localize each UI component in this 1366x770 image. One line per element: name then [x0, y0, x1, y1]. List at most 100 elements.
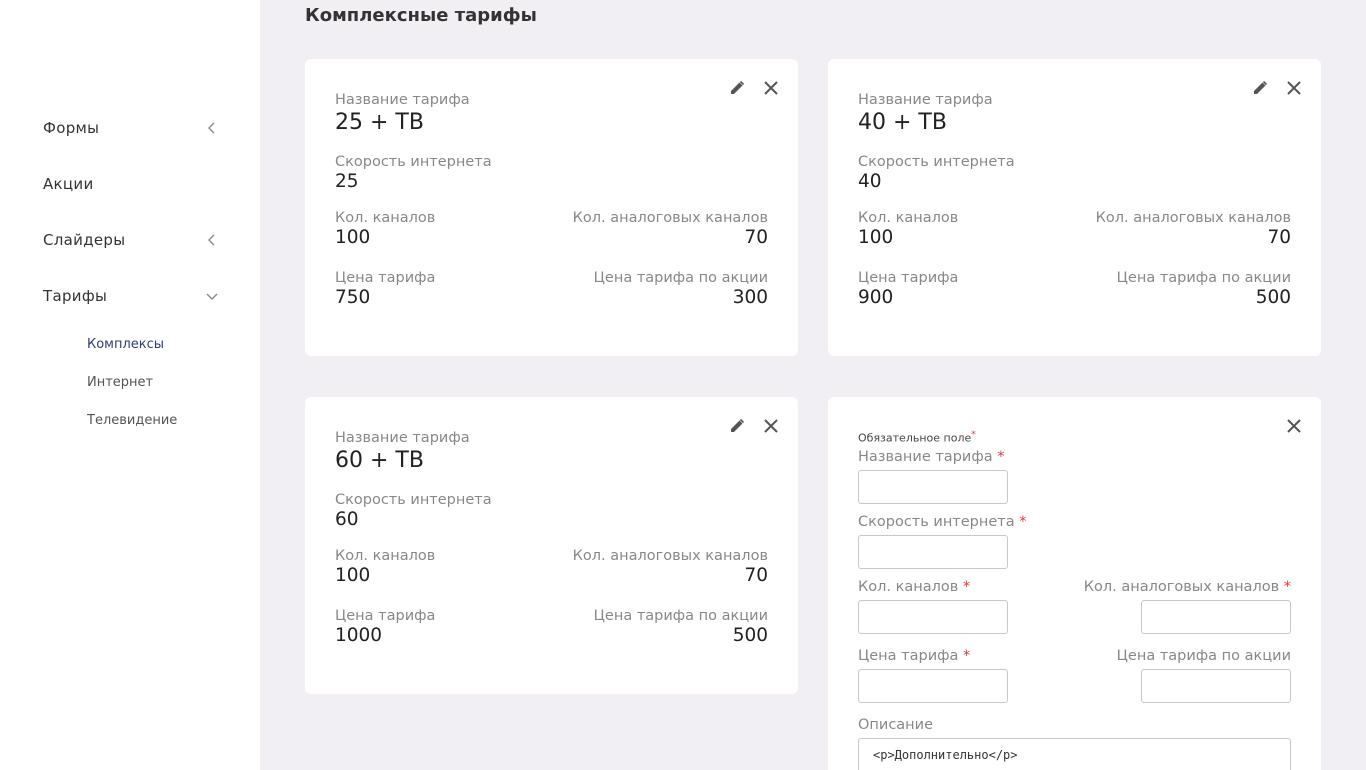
field-label: Кол. каналов	[335, 548, 436, 564]
tariff-card: Название тарифа 60 + ТВ Скорость интерне…	[305, 397, 798, 694]
subnav-item-tv[interactable]: Телевидение	[87, 413, 177, 428]
channels-input[interactable]	[858, 600, 1008, 634]
channels-value: 100	[335, 227, 371, 248]
price-label-text: Цена тарифа	[858, 648, 959, 664]
field-label: Название тарифа	[858, 92, 993, 108]
subnav-item-complexes[interactable]: Комплексы	[87, 337, 164, 352]
field-price: Цена тарифа 1000	[335, 608, 435, 646]
field-speed: Скорость интернета 60	[335, 492, 492, 530]
new-tariff-form: Обязательное поле* Название тарифа * Ско…	[828, 397, 1321, 770]
tariff-name: 25 + ТВ	[335, 110, 424, 135]
close-icon[interactable]	[1285, 79, 1303, 97]
description-label: Описание	[858, 717, 933, 733]
speed-label: Скорость интернета *	[858, 514, 1026, 530]
analog-label: Кол. аналоговых каналов *	[1084, 579, 1291, 595]
chevron-down-icon	[205, 289, 219, 303]
name-input[interactable]	[858, 470, 1008, 504]
subnav-item-internet[interactable]: Интернет	[87, 375, 153, 390]
price-value: 750	[335, 287, 371, 308]
field-price: Цена тарифа 750	[335, 270, 435, 308]
card-actions	[1251, 79, 1303, 97]
field-channels: Кол. каналов 100	[335, 210, 435, 248]
analog-input[interactable]	[1141, 600, 1291, 634]
field-analog: Кол. аналоговых каналов 70	[1096, 210, 1291, 248]
chevron-left-icon	[205, 121, 219, 135]
tariff-name: 40 + ТВ	[858, 110, 947, 135]
close-icon[interactable]	[762, 417, 780, 435]
pencil-icon[interactable]	[1251, 79, 1269, 97]
speed-value: 40	[858, 171, 882, 192]
field-label: Кол. каналов	[858, 210, 959, 226]
field-label: Кол. аналоговых каналов	[1095, 210, 1291, 226]
card-actions	[728, 79, 780, 97]
card-actions	[728, 417, 780, 435]
field-promo: Цена тарифа по акции 500	[594, 608, 768, 646]
description-textarea[interactable]: <p>Дополнительно</p>	[858, 738, 1291, 770]
field-label: Цена тарифа	[858, 270, 959, 286]
speed-input[interactable]	[858, 535, 1008, 569]
sidebar-item-sliders[interactable]: Слайдеры	[43, 228, 223, 252]
field-speed: Скорость интернета 25	[335, 154, 492, 192]
channels-label: Кол. каналов *	[858, 579, 970, 595]
speed-value: 25	[335, 171, 359, 192]
required-mark: *	[971, 429, 976, 440]
sidebar-item-label: Слайдеры	[43, 231, 126, 249]
field-name: Название тарифа 40 + ТВ	[858, 92, 993, 135]
promo-input[interactable]	[1141, 669, 1291, 703]
price-label: Цена тарифа *	[858, 648, 970, 664]
pencil-icon[interactable]	[728, 417, 746, 435]
channels-value: 100	[335, 565, 371, 586]
field-label: Название тарифа	[335, 430, 470, 446]
field-label: Кол. аналоговых каналов	[572, 548, 768, 564]
price-value: 900	[858, 287, 894, 308]
field-label: Цена тарифа по акции	[1116, 270, 1291, 286]
required-mark: *	[963, 648, 971, 664]
channels-value: 100	[858, 227, 894, 248]
field-promo: Цена тарифа по акции 300	[594, 270, 768, 308]
analog-value: 70	[744, 227, 768, 248]
required-note: Обязательное поле*	[858, 429, 976, 445]
field-speed: Скорость интернета 40	[858, 154, 1015, 192]
field-label: Скорость интернета	[335, 492, 492, 508]
sidebar-item-label: Тарифы	[43, 287, 108, 305]
channels-label-text: Кол. каналов	[858, 579, 959, 595]
sidebar-item-promos[interactable]: Акции	[43, 172, 223, 196]
field-analog: Кол. аналоговых каналов 70	[573, 548, 768, 586]
tariff-card: Название тарифа 40 + ТВ Скорость интерне…	[828, 59, 1321, 356]
tariff-card: Название тарифа 25 + ТВ Скорость интерне…	[305, 59, 798, 356]
field-label: Цена тарифа	[335, 608, 436, 624]
analog-label-text: Кол. аналоговых каналов	[1083, 579, 1280, 595]
field-name: Название тарифа 25 + ТВ	[335, 92, 470, 135]
price-value: 1000	[335, 625, 383, 646]
sidebar-item-label: Акции	[43, 175, 94, 193]
required-note-text: Обязательное поле	[858, 431, 972, 445]
close-icon[interactable]	[762, 79, 780, 97]
close-icon[interactable]	[1285, 417, 1303, 435]
field-promo: Цена тарифа по акции 500	[1117, 270, 1291, 308]
promo-label: Цена тарифа по акции	[1116, 648, 1291, 664]
promo-value: 300	[732, 287, 768, 308]
analog-value: 70	[1267, 227, 1291, 248]
analog-value: 70	[744, 565, 768, 586]
promo-value: 500	[732, 625, 768, 646]
sidebar-item-label: Формы	[43, 119, 100, 137]
field-label: Цена тарифа по акции	[593, 608, 768, 624]
field-price: Цена тарифа 900	[858, 270, 958, 308]
pencil-icon[interactable]	[728, 79, 746, 97]
card-actions	[1285, 417, 1303, 435]
required-mark: *	[997, 449, 1005, 465]
tariff-name: 60 + ТВ	[335, 448, 424, 473]
sidebar-item-tariffs[interactable]: Тарифы	[43, 284, 223, 308]
field-channels: Кол. каналов 100	[858, 210, 958, 248]
price-input[interactable]	[858, 669, 1008, 703]
required-mark: *	[962, 579, 971, 595]
required-mark: *	[1283, 579, 1291, 595]
speed-value: 60	[335, 509, 359, 530]
sidebar-item-forms[interactable]: Формы	[43, 116, 223, 140]
field-label: Кол. аналоговых каналов	[572, 210, 768, 226]
field-channels: Кол. каналов 100	[335, 548, 435, 586]
field-label: Цена тарифа по акции	[593, 270, 768, 286]
field-label: Цена тарифа	[335, 270, 436, 286]
name-label-text: Название тарифа	[858, 449, 993, 465]
promo-value: 500	[1255, 287, 1291, 308]
